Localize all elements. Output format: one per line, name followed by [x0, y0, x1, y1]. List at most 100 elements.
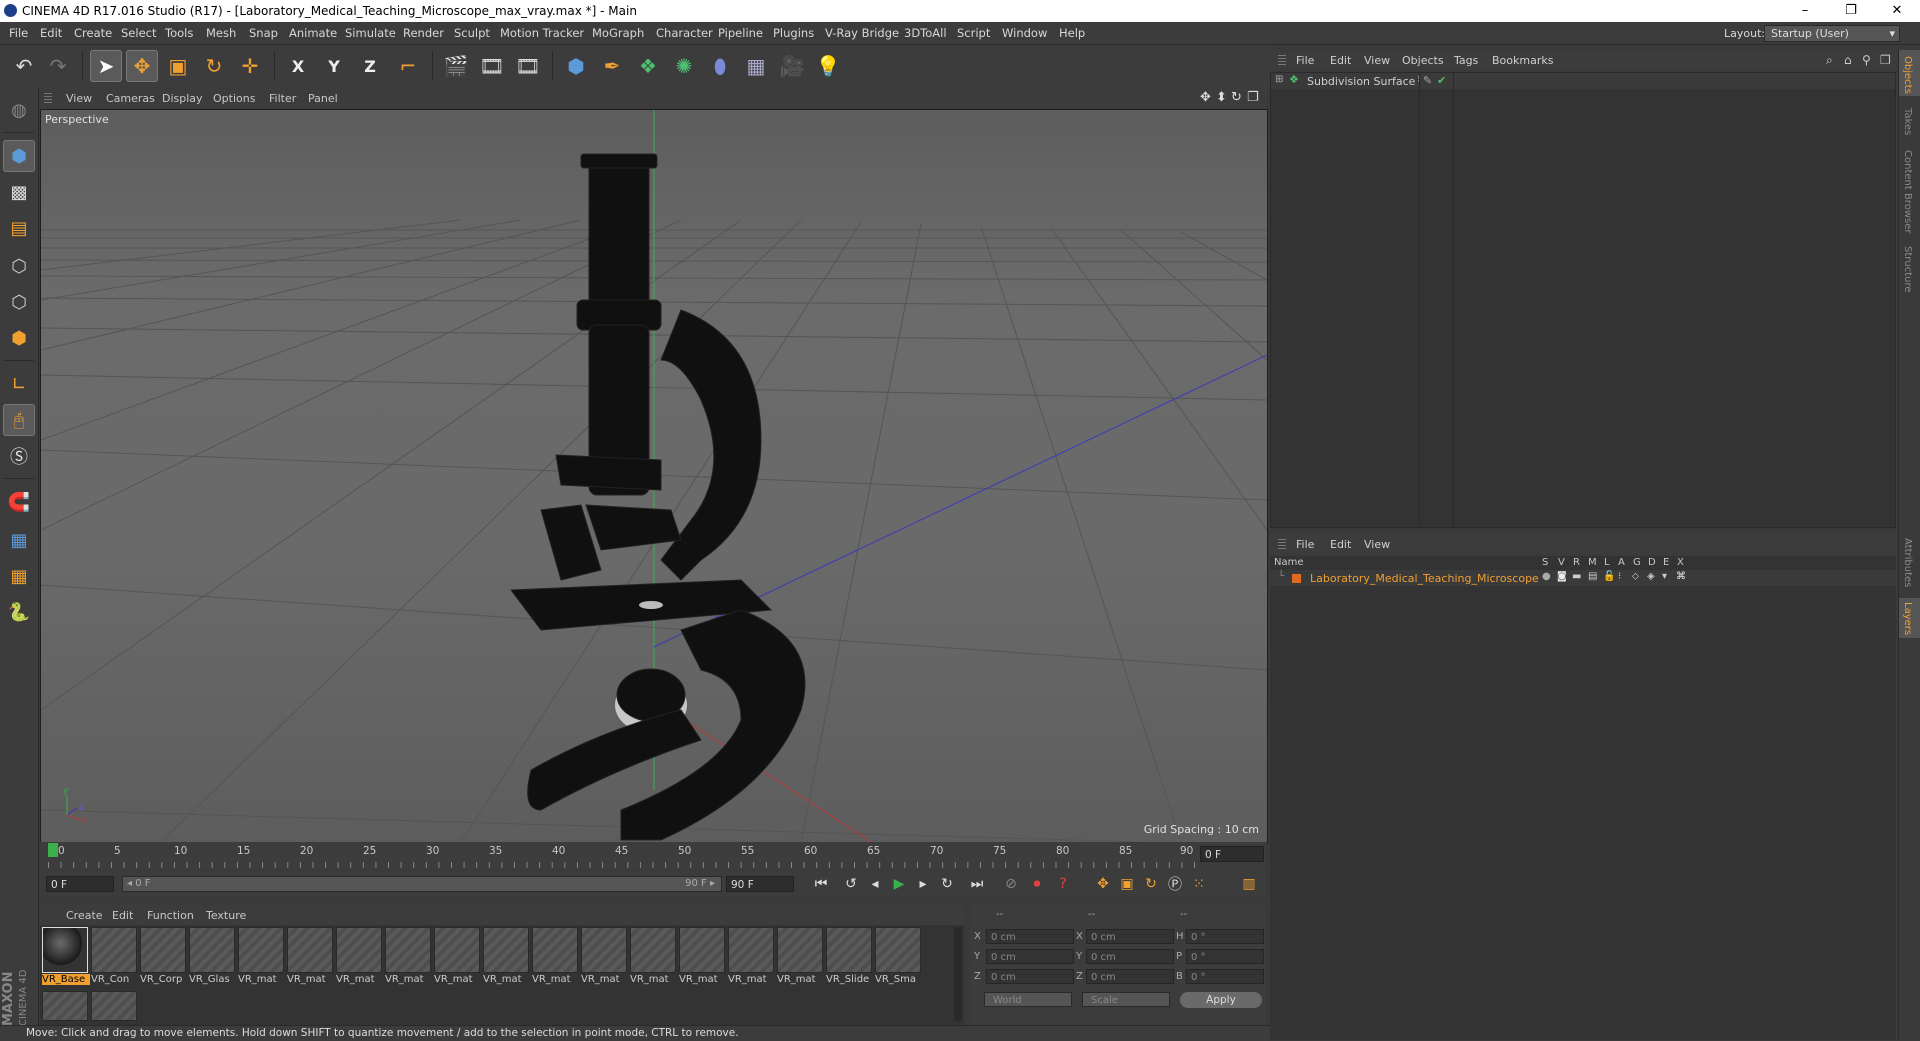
deformer-button[interactable]: ⬮ [704, 50, 736, 82]
record-keys-button[interactable]: ⊘ [1000, 874, 1022, 894]
undo-button[interactable]: ↶ [8, 50, 40, 82]
live-selection-button[interactable]: ➤ [90, 50, 122, 82]
lock-icon[interactable]: ⚲ [1862, 53, 1871, 67]
viewport-maximize-icon[interactable]: ❐ [1247, 90, 1259, 105]
position-x-field[interactable]: 0 cm [986, 929, 1074, 944]
y-axis-lock-button[interactable]: Y [318, 50, 350, 82]
menu-window[interactable]: Window [1002, 26, 1047, 40]
min-time-field[interactable]: 0 F [46, 876, 114, 892]
render-toggle-icon[interactable]: ▬ [1572, 571, 1581, 582]
material-swatch[interactable] [189, 927, 235, 973]
col-locked[interactable]: L [1604, 557, 1610, 568]
material-swatch[interactable] [826, 927, 872, 973]
play-button[interactable]: ▶ [888, 874, 910, 894]
tag-edit-icon[interactable]: ✎ [1423, 74, 1432, 87]
material-swatch[interactable] [140, 927, 186, 973]
subdivision-surface-button[interactable]: ❖ [632, 50, 664, 82]
enabled-check-icon[interactable]: ✔ [1437, 74, 1446, 87]
camera-object-button[interactable]: 🎥 [776, 50, 808, 82]
array-object-button[interactable]: ✺ [668, 50, 700, 82]
material-swatch[interactable] [777, 927, 823, 973]
menu-sculpt[interactable]: Sculpt [454, 26, 490, 40]
tab-layers[interactable]: Layers [1902, 602, 1913, 635]
maximize-button[interactable]: ❐ [1828, 0, 1874, 22]
points-mode-button[interactable]: ⬡ [3, 250, 35, 282]
texture-mode-button[interactable]: ▩ [3, 176, 35, 208]
generator-toggle-icon[interactable]: ⬦ [1632, 571, 1639, 582]
coordinate-system-button[interactable]: ⌐ [392, 50, 424, 82]
menu-vray-bridge[interactable]: V-Ray Bridge [825, 26, 899, 40]
scale-tool-button[interactable]: ▣ [162, 50, 194, 82]
menu-mesh[interactable]: Mesh [206, 26, 236, 40]
cube-object-button[interactable]: ⬢ [560, 50, 592, 82]
material-swatch[interactable] [728, 927, 774, 973]
material-swatch[interactable] [336, 927, 382, 973]
objects-menu-edit[interactable]: Edit [1330, 54, 1351, 67]
viewport-menu-view[interactable]: View [66, 92, 92, 105]
material-swatch[interactable] [42, 927, 88, 973]
key-pla-button[interactable]: ⁙ [1188, 874, 1210, 894]
material-swatch[interactable] [875, 927, 921, 973]
close-button[interactable]: ✕ [1874, 0, 1920, 22]
light-object-button[interactable]: 💡 [812, 50, 844, 82]
rotate-tool-button[interactable]: ↻ [198, 50, 230, 82]
x-axis-lock-button[interactable]: X [282, 50, 314, 82]
snapping-button[interactable]: Ⓢ [3, 440, 35, 472]
viewport-menu-cameras[interactable]: Cameras [106, 92, 155, 105]
z-axis-lock-button[interactable]: Z [354, 50, 386, 82]
material-swatch[interactable] [42, 991, 88, 1021]
polygons-mode-button[interactable]: ⬢ [3, 322, 35, 354]
menu-script[interactable]: Script [957, 26, 990, 40]
render-settings-button[interactable]: 🎞 [512, 50, 544, 82]
tab-objects[interactable]: Objects [1902, 56, 1913, 94]
size-x-field[interactable]: 0 cm [1086, 929, 1174, 944]
viewport-zoom-icon[interactable]: ⬍ [1216, 90, 1227, 105]
position-y-field[interactable]: 0 cm [986, 949, 1074, 964]
layers-menu-view[interactable]: View [1364, 538, 1390, 551]
layer-row[interactable]: └ Laboratory_Medical_Teaching_Microscope… [1270, 570, 1896, 586]
menu-snap[interactable]: Snap [249, 26, 278, 40]
goto-start-button[interactable]: ⏮ [810, 874, 832, 894]
keyframe-selection-button[interactable]: ? [1052, 874, 1074, 894]
menu-simulate[interactable]: Simulate [345, 26, 396, 40]
tab-structure[interactable]: Structure [1902, 246, 1913, 293]
coordinate-mode-select[interactable]: World [984, 992, 1072, 1007]
menu-edit[interactable]: Edit [40, 26, 62, 40]
make-editable-button[interactable]: ◍ [3, 94, 35, 126]
viewport-menu-display[interactable]: Display [162, 92, 203, 105]
layer-name[interactable]: Laboratory_Medical_Teaching_Microscope [1310, 572, 1539, 585]
material-swatch[interactable] [91, 927, 137, 973]
col-xref[interactable]: X [1677, 557, 1684, 568]
current-frame-field[interactable]: 0 F [1200, 846, 1264, 862]
tab-content-browser[interactable]: Content Browser [1902, 150, 1913, 233]
max-time-field[interactable]: 90 F [726, 876, 794, 892]
move-tool-button[interactable]: ✥ [126, 50, 158, 82]
material-swatch[interactable] [630, 927, 676, 973]
material-swatch[interactable] [434, 927, 480, 973]
preview-range-slider[interactable]: ◂ 0 F 90 F ▸ [122, 876, 722, 892]
python-button[interactable]: 🐍 [3, 596, 35, 628]
col-animation[interactable]: A [1618, 557, 1625, 568]
menu-animate[interactable]: Animate [289, 26, 337, 40]
menu-motion-tracker[interactable]: Motion Tracker [500, 26, 584, 40]
3d-viewport[interactable]: y x z Perspective Grid Spacing : 10 cm [40, 109, 1268, 843]
layer-color-swatch[interactable] [1292, 574, 1301, 583]
model-mode-button[interactable]: ⬢ [3, 140, 35, 172]
size-mode-select[interactable]: Scale [1082, 992, 1170, 1007]
layers-menu-edit[interactable]: Edit [1330, 538, 1351, 551]
deformer-toggle-icon[interactable]: ◈ [1647, 571, 1655, 582]
layout-select[interactable]: Startup (User) ▾ [1764, 25, 1900, 42]
menu-character[interactable]: Character [656, 26, 713, 40]
step-forward-button[interactable]: ▸ [912, 874, 934, 894]
goto-prev-key-button[interactable]: ↺ [840, 874, 862, 894]
workplane-mode-button[interactable]: ▤ [3, 212, 35, 244]
object-name[interactable]: Subdivision Surface [1307, 75, 1415, 88]
objects-menu-view[interactable]: View [1364, 54, 1390, 67]
material-swatch[interactable] [91, 991, 137, 1021]
col-deformers[interactable]: D [1648, 557, 1656, 568]
planar-workplane-button[interactable]: ▦ [3, 560, 35, 592]
col-manager[interactable]: M [1588, 557, 1597, 568]
material-menu-function[interactable]: Function [147, 909, 194, 922]
menu-tools[interactable]: Tools [165, 26, 193, 40]
view-toggle-icon[interactable]: ◙ [1557, 571, 1567, 582]
